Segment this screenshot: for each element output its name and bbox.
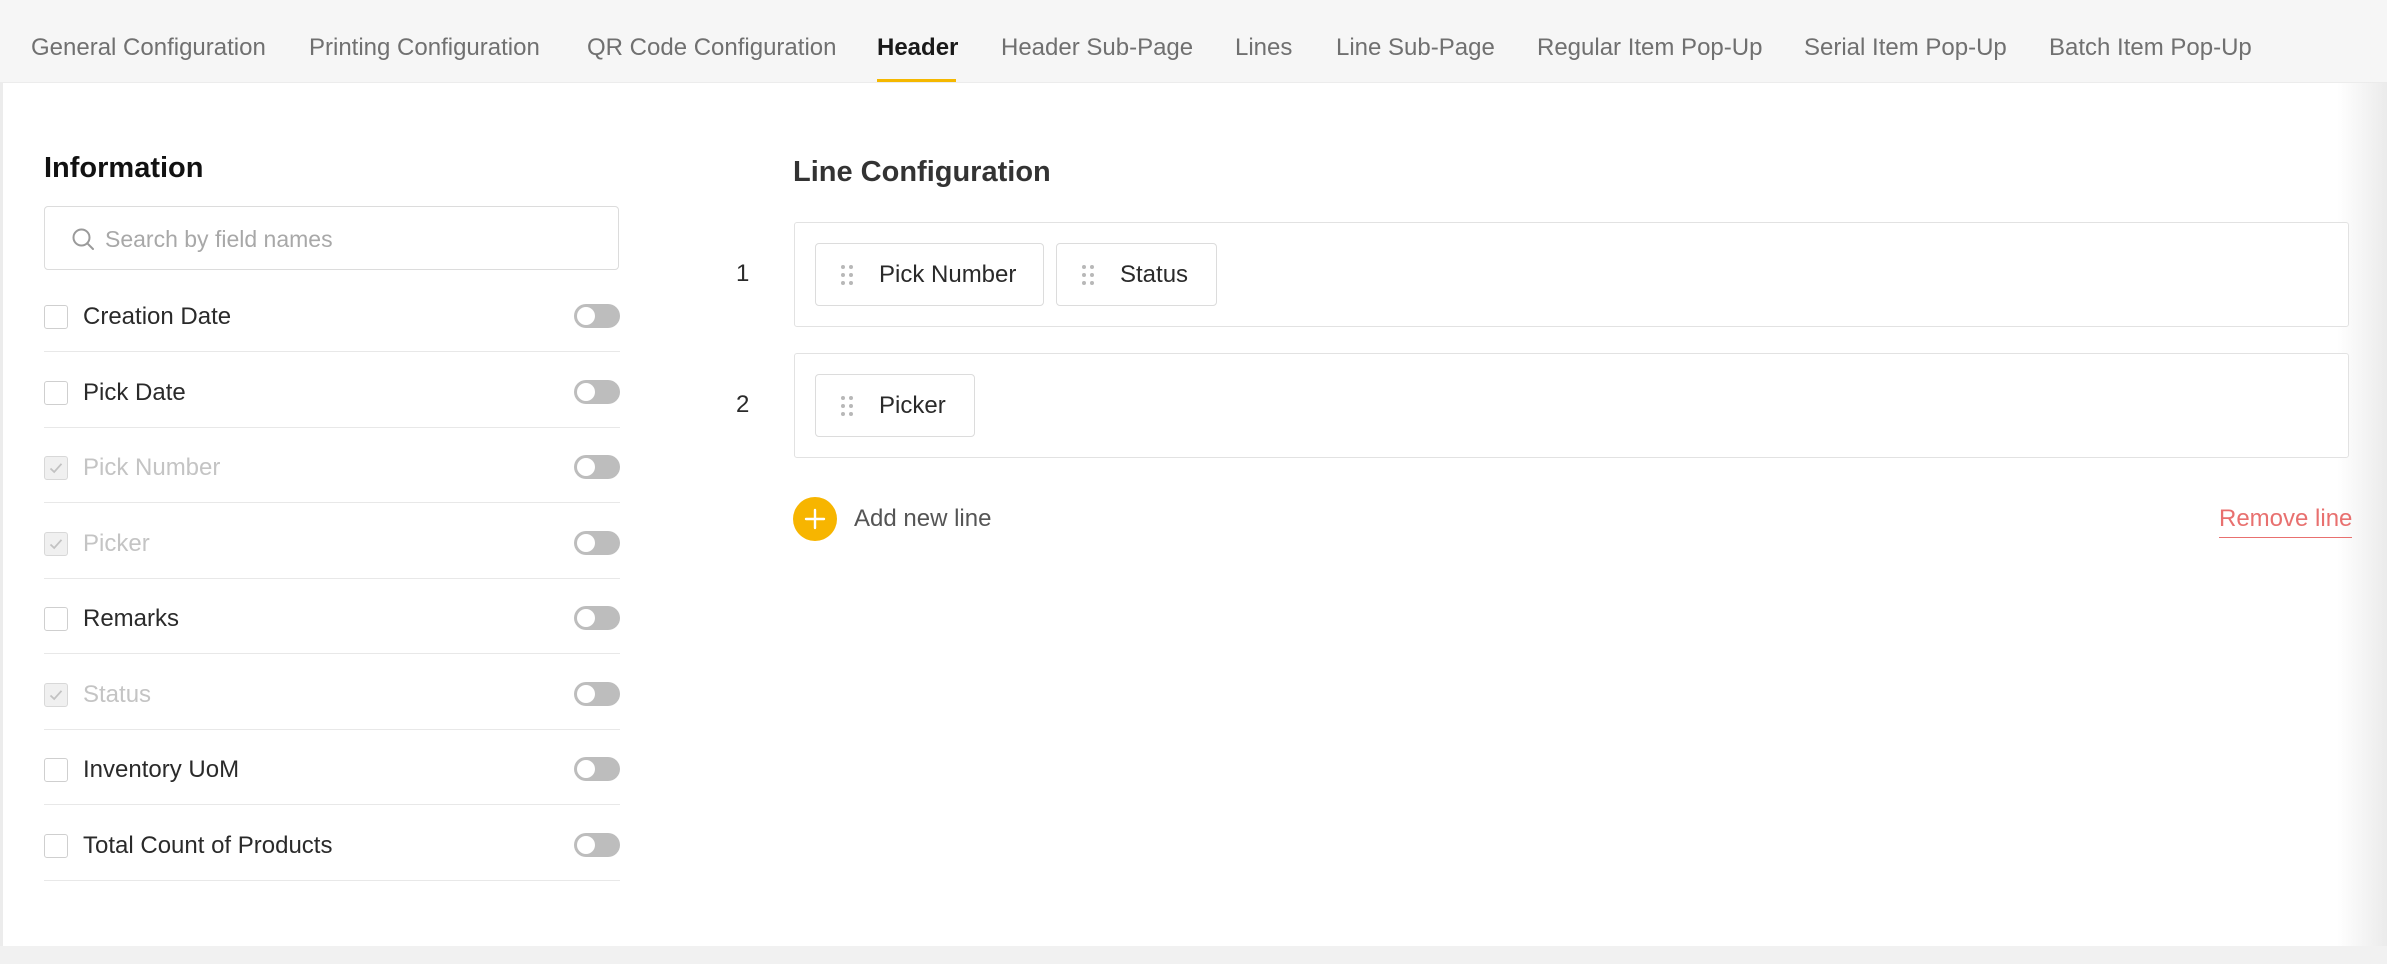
line-field-chip-picker[interactable]: Picker bbox=[815, 374, 975, 437]
line-number: 1 bbox=[736, 260, 750, 287]
toggle-knob bbox=[577, 534, 595, 552]
toggle-knob bbox=[577, 383, 595, 401]
tab-regular-item-pop-up[interactable]: Regular Item Pop-Up bbox=[1537, 30, 1762, 66]
field-row-total-count-of-products: Total Count of Products bbox=[44, 806, 620, 881]
field-checkbox[interactable] bbox=[44, 381, 68, 405]
panel-left-border bbox=[0, 82, 3, 946]
drag-handle-icon[interactable] bbox=[840, 264, 854, 286]
line-field-chip-status[interactable]: Status bbox=[1056, 243, 1217, 306]
toggle-knob bbox=[577, 760, 595, 778]
field-checkbox[interactable] bbox=[44, 456, 68, 480]
checkmark-icon bbox=[49, 463, 63, 474]
field-checkbox[interactable] bbox=[44, 532, 68, 556]
field-toggle[interactable] bbox=[574, 757, 620, 781]
line-drop-zone-2[interactable]: Picker bbox=[794, 353, 2349, 458]
line-configuration-title: Line Configuration bbox=[793, 156, 1051, 188]
field-checkbox[interactable] bbox=[44, 758, 68, 782]
panel-bottom-strip bbox=[0, 946, 2387, 964]
field-toggle[interactable] bbox=[574, 304, 620, 328]
checkmark-icon bbox=[49, 539, 63, 550]
field-toggle[interactable] bbox=[574, 833, 620, 857]
toggle-knob bbox=[577, 458, 595, 476]
field-label: Total Count of Products bbox=[83, 832, 333, 859]
toggle-knob bbox=[577, 609, 595, 627]
field-toggle[interactable] bbox=[574, 380, 620, 404]
plus-icon[interactable] bbox=[793, 497, 837, 541]
search-icon bbox=[72, 228, 94, 250]
field-toggle[interactable] bbox=[574, 606, 620, 630]
field-row-inventory-uom: Inventory UoM bbox=[44, 730, 620, 805]
checkmark-icon bbox=[49, 690, 63, 701]
field-row-picker: Picker bbox=[44, 504, 620, 579]
configuration-tab-bar: General Configuration Printing Configura… bbox=[0, 0, 2387, 83]
field-row-status: Status bbox=[44, 655, 620, 730]
line-number: 2 bbox=[736, 391, 750, 418]
drag-handle-icon[interactable] bbox=[1081, 264, 1095, 286]
add-new-line-label[interactable]: Add new line bbox=[854, 501, 991, 537]
field-row-pick-number: Pick Number bbox=[44, 428, 620, 503]
chip-label: Picker bbox=[879, 392, 946, 419]
tab-printing-configuration[interactable]: Printing Configuration bbox=[309, 30, 540, 66]
field-toggle[interactable] bbox=[574, 531, 620, 555]
chip-label: Pick Number bbox=[879, 261, 1017, 288]
tab-batch-item-pop-up[interactable]: Batch Item Pop-Up bbox=[2049, 30, 2252, 66]
field-label: Pick Date bbox=[83, 379, 186, 406]
search-input[interactable] bbox=[103, 219, 587, 259]
field-checkbox[interactable] bbox=[44, 683, 68, 707]
information-title: Information bbox=[44, 152, 204, 184]
field-label: Pick Number bbox=[83, 454, 221, 481]
tab-serial-item-pop-up[interactable]: Serial Item Pop-Up bbox=[1804, 30, 2007, 66]
field-row-remarks: Remarks bbox=[44, 579, 620, 654]
field-checkbox[interactable] bbox=[44, 305, 68, 329]
tab-header-sub-page[interactable]: Header Sub-Page bbox=[1001, 30, 1193, 66]
toggle-knob bbox=[577, 307, 595, 325]
tab-line-sub-page[interactable]: Line Sub-Page bbox=[1336, 30, 1495, 66]
field-checkbox[interactable] bbox=[44, 834, 68, 858]
field-label: Status bbox=[83, 681, 152, 708]
search-box[interactable] bbox=[44, 206, 619, 270]
field-checkbox[interactable] bbox=[44, 607, 68, 631]
toggle-knob bbox=[577, 685, 595, 703]
field-toggle[interactable] bbox=[574, 682, 620, 706]
tab-general-configuration[interactable]: General Configuration bbox=[31, 30, 266, 66]
line-drop-zone-1[interactable]: Pick Number Status bbox=[794, 222, 2349, 327]
tab-header[interactable]: Header bbox=[877, 30, 958, 66]
tab-lines[interactable]: Lines bbox=[1235, 30, 1292, 66]
plus-glyph bbox=[804, 508, 826, 530]
active-tab-indicator bbox=[877, 79, 956, 82]
chip-label: Status bbox=[1120, 261, 1189, 288]
field-label: Remarks bbox=[83, 605, 180, 632]
field-label: Creation Date bbox=[83, 303, 232, 330]
field-row-creation-date: Creation Date bbox=[44, 277, 620, 352]
field-toggle[interactable] bbox=[574, 455, 620, 479]
line-field-chip-pick-number[interactable]: Pick Number bbox=[815, 243, 1044, 306]
field-label: Picker bbox=[83, 530, 150, 557]
toggle-knob bbox=[577, 836, 595, 854]
field-label: Inventory UoM bbox=[83, 756, 240, 783]
remove-line-link[interactable]: Remove line bbox=[2219, 501, 2353, 538]
field-row-pick-date: Pick Date bbox=[44, 353, 620, 428]
tab-qr-code-configuration[interactable]: QR Code Configuration bbox=[587, 30, 836, 66]
drag-handle-icon[interactable] bbox=[840, 395, 854, 417]
